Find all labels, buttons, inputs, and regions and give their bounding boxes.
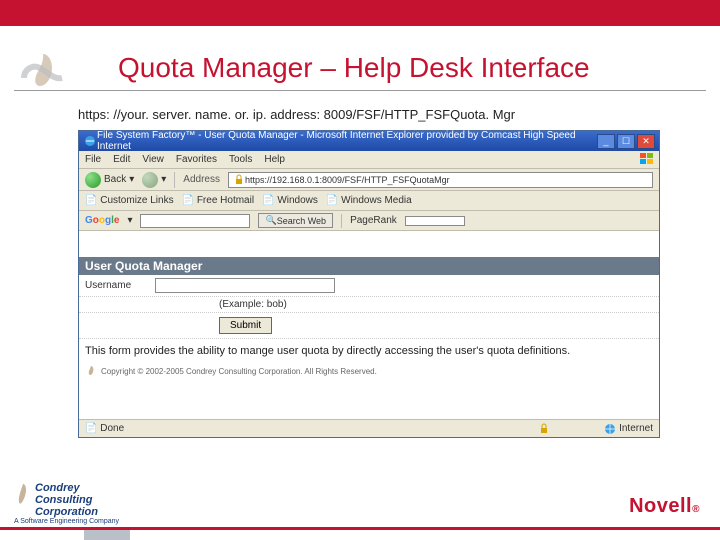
link-customize[interactable]: 📄 Customize Links (85, 195, 174, 206)
address-label: Address (183, 174, 220, 185)
browser-window: File System Factory™ - User Quota Manage… (78, 130, 660, 438)
copyright-row: Copyright © 2002-2005 Condrey Consulting… (79, 363, 659, 383)
window-titlebar: File System Factory™ - User Quota Manage… (79, 131, 659, 151)
menu-file[interactable]: File (85, 154, 101, 165)
google-search-input[interactable] (140, 214, 250, 228)
example-text: (Example: bob) (79, 297, 659, 313)
menu-view[interactable]: View (142, 154, 164, 165)
link-windows-media[interactable]: 📄 Windows Media (326, 195, 412, 206)
address-value: https://192.168.0.1:8009/FSF/HTTP_FSFQuo… (245, 175, 450, 185)
novell-logo: Novell® (629, 495, 700, 518)
copyright-text: Copyright © 2002-2005 Condrey Consulting… (101, 367, 377, 376)
links-toolbar: 📄 Customize Links 📄 Free Hotmail 📄 Windo… (79, 191, 659, 211)
swirl-logo-icon (18, 48, 68, 98)
menu-favorites[interactable]: Favorites (176, 154, 217, 165)
content-header: User Quota Manager (79, 257, 659, 275)
menu-edit[interactable]: Edit (113, 154, 130, 165)
submit-row: Submit (79, 313, 659, 339)
status-zone: Internet (604, 423, 653, 435)
condrey-logo: Condrey Consulting Corporation A Softwar… (14, 482, 119, 526)
status-bar: 📄 Done Internet (79, 419, 659, 437)
url-text: https: //your. server. name. or. ip. add… (78, 107, 720, 122)
address-bar[interactable]: https://192.168.0.1:8009/FSF/HTTP_FSFQuo… (228, 172, 653, 188)
footer-tab (84, 530, 130, 540)
lock-icon (233, 174, 245, 186)
username-label: Username (85, 280, 155, 291)
search-web-button[interactable]: 🔍 Search Web (258, 213, 333, 228)
menu-tools[interactable]: Tools (229, 154, 252, 165)
window-title: File System Factory™ - User Quota Manage… (97, 130, 595, 152)
windows-flag-icon (639, 152, 655, 166)
condrey-logo-icon (14, 482, 32, 512)
submit-button[interactable]: Submit (219, 317, 272, 334)
status-lock-icon (539, 423, 549, 434)
slide-footer: Condrey Consulting Corporation A Softwar… (0, 480, 720, 540)
slide-title: Quota Manager – Help Desk Interface (118, 52, 720, 84)
small-logo-icon (85, 365, 97, 377)
minimize-button[interactable]: _ (597, 134, 615, 149)
internet-zone-icon (604, 423, 616, 435)
username-row: Username (79, 275, 659, 297)
link-hotmail[interactable]: 📄 Free Hotmail (182, 195, 254, 206)
page-content: User Quota Manager Username (Example: bo… (79, 257, 659, 419)
pagerank-label: PageRank (350, 215, 397, 226)
ie-app-icon (83, 134, 97, 148)
link-windows[interactable]: 📄 Windows (262, 195, 318, 206)
title-rule (14, 90, 706, 91)
status-done: Done (100, 423, 124, 434)
google-logo-icon: Google (85, 215, 119, 226)
top-accent-bar (0, 0, 720, 26)
menu-help[interactable]: Help (264, 154, 285, 165)
back-button[interactable]: Back ▾ (85, 172, 134, 188)
menu-bar: File Edit View Favorites Tools Help (79, 151, 659, 169)
username-input[interactable] (155, 278, 335, 293)
pagerank-meter (405, 216, 465, 226)
description-text: This form provides the ability to mange … (79, 339, 659, 363)
nav-toolbar: Back ▾ ▾ Address https://192.168.0.1:800… (79, 169, 659, 191)
google-toolbar: Google ▾ 🔍 Search Web PageRank (79, 211, 659, 231)
close-button[interactable]: ✕ (637, 134, 655, 149)
forward-button[interactable]: ▾ (142, 172, 166, 188)
maximize-button[interactable]: ☐ (617, 134, 635, 149)
